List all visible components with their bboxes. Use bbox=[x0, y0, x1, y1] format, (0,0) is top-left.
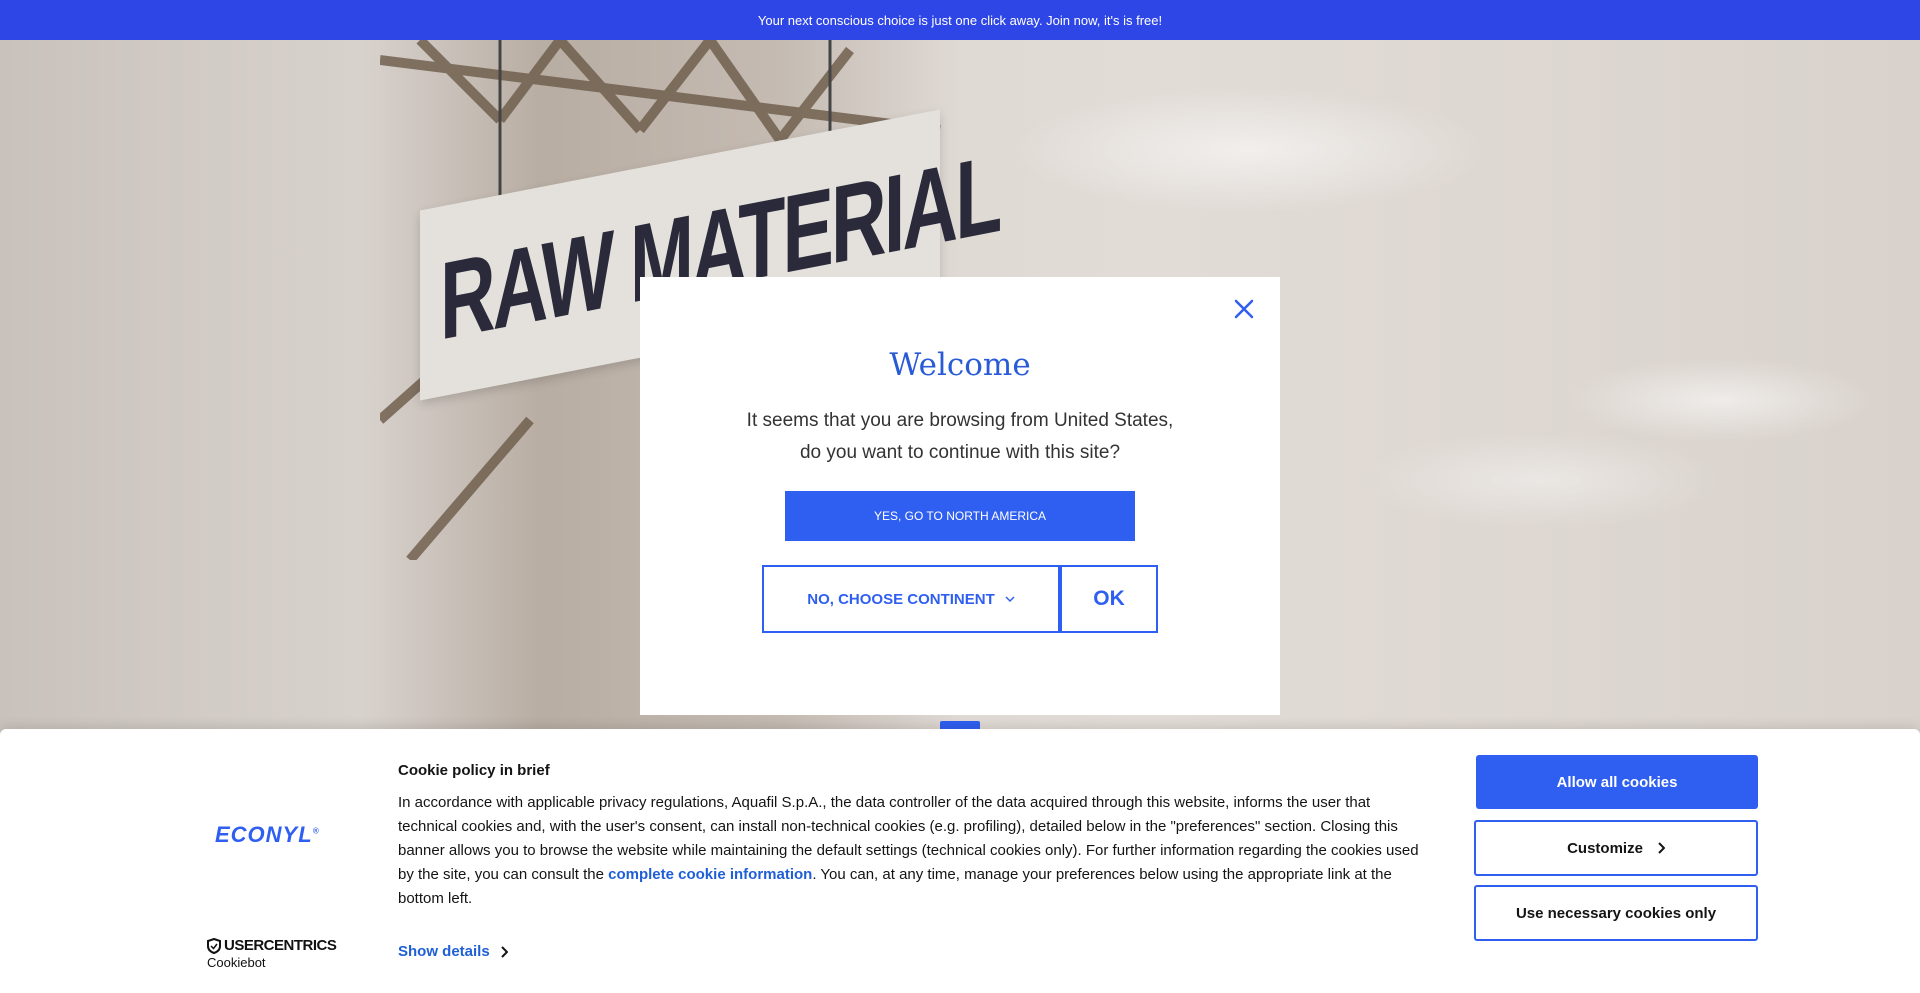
cookie-info-link[interactable]: complete cookie information bbox=[608, 866, 812, 883]
choose-continent-label: NO, CHOOSE CONTINENT bbox=[807, 590, 995, 608]
yes-north-america-button[interactable]: YES, GO TO NORTH AMERICA bbox=[785, 491, 1135, 541]
welcome-modal: Welcome It seems that you are browsing f… bbox=[640, 277, 1280, 715]
necessary-cookies-button[interactable]: Use necessary cookies only bbox=[1474, 885, 1758, 941]
ok-button[interactable]: OK bbox=[1060, 565, 1158, 633]
announcement-bar[interactable]: Your next conscious choice is just one c… bbox=[0, 0, 1920, 40]
cookie-banner: ECONYL® USERCENTRICS Cookiebot Cookie po… bbox=[0, 729, 1920, 993]
allow-all-cookies-button[interactable]: Allow all cookies bbox=[1476, 755, 1758, 809]
chevron-down-icon bbox=[1005, 596, 1015, 603]
choose-continent-select[interactable]: NO, CHOOSE CONTINENT bbox=[762, 565, 1060, 633]
econyl-logo: ECONYL® bbox=[215, 822, 320, 847]
shield-icon bbox=[207, 937, 221, 954]
modal-message-line1: It seems that you are browsing from Unit… bbox=[746, 410, 1174, 431]
cookie-title: Cookie policy in brief bbox=[398, 762, 550, 779]
modal-message: It seems that you are browsing from Unit… bbox=[700, 405, 1220, 469]
modal-message-line2: do you want to continue with this site? bbox=[799, 442, 1121, 463]
usercentrics-logo[interactable]: USERCENTRICS Cookiebot bbox=[207, 937, 337, 970]
customize-button[interactable]: Customize bbox=[1474, 820, 1758, 876]
chevron-right-icon bbox=[500, 945, 508, 958]
usercentrics-text: USERCENTRICS bbox=[224, 937, 337, 954]
chevron-right-icon bbox=[1658, 842, 1665, 854]
show-details-label: Show details bbox=[398, 943, 490, 960]
cookiebot-text: Cookiebot bbox=[207, 955, 266, 970]
close-icon[interactable] bbox=[1230, 295, 1258, 323]
customize-label: Customize bbox=[1567, 839, 1643, 857]
cookie-description: In accordance with applicable privacy re… bbox=[398, 791, 1428, 911]
econyl-logo-text: ECONYL bbox=[215, 822, 313, 847]
show-details-link[interactable]: Show details bbox=[398, 943, 508, 960]
announcement-text: Your next conscious choice is just one c… bbox=[757, 12, 1163, 28]
modal-title: Welcome bbox=[889, 347, 1031, 383]
